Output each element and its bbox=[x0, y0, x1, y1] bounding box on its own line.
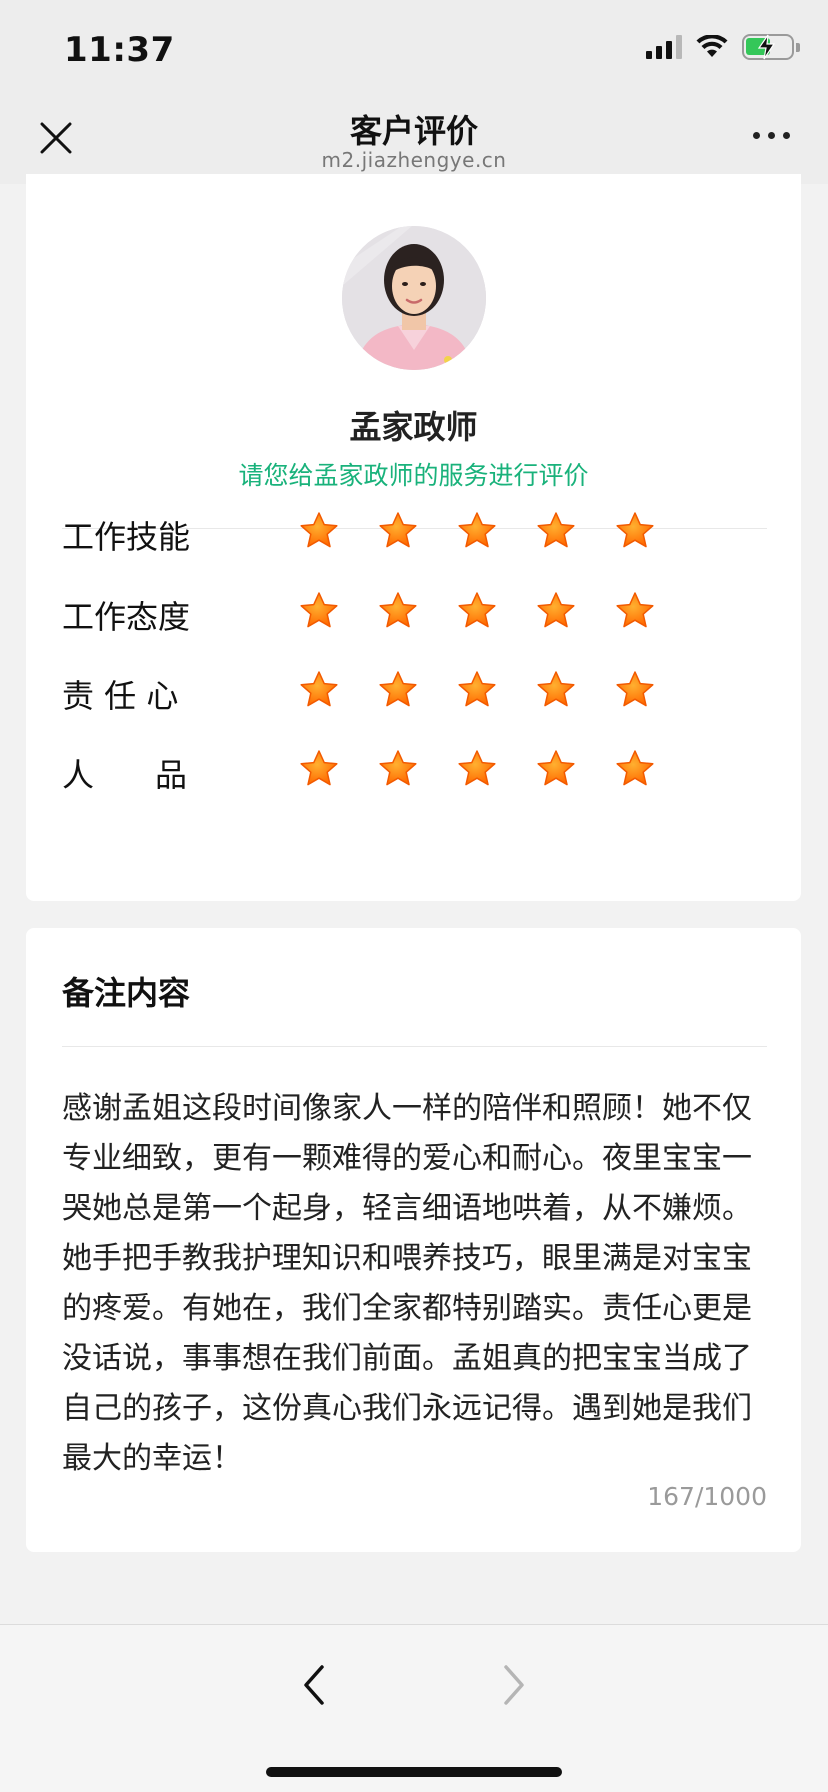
rating-label: 工作态度 bbox=[62, 598, 191, 636]
home-indicator bbox=[266, 1767, 562, 1777]
star-icon[interactable] bbox=[535, 748, 577, 790]
forward-arrow-icon[interactable] bbox=[496, 1661, 532, 1709]
star-rating bbox=[298, 590, 656, 632]
divider bbox=[62, 1046, 767, 1047]
avatar bbox=[342, 226, 486, 370]
rating-card: 孟家政师 请您给孟家政师的服务进行评价 工作技能工作态度责 任 心人 品 bbox=[26, 174, 801, 901]
rating-row: 责 任 心 bbox=[62, 661, 762, 721]
notes-title: 备注内容 bbox=[62, 974, 191, 1012]
status-time: 11:37 bbox=[64, 30, 175, 70]
rating-label: 责 任 心 bbox=[62, 677, 179, 715]
star-rating bbox=[298, 748, 656, 790]
page-url: m2.jiazhengye.cn bbox=[321, 148, 507, 172]
star-icon[interactable] bbox=[614, 669, 656, 711]
star-icon[interactable] bbox=[456, 590, 498, 632]
cellular-signal-icon bbox=[646, 35, 682, 59]
notes-textarea[interactable]: 感谢孟姐这段时间像家人一样的陪伴和照顾！她不仅专业细致，更有一颗难得的爱心和耐心… bbox=[62, 1084, 762, 1484]
star-icon[interactable] bbox=[614, 748, 656, 790]
back-arrow-icon[interactable] bbox=[296, 1661, 332, 1709]
nav-bar: 客户评价 m2.jiazhengye.cn bbox=[0, 96, 828, 184]
star-rating bbox=[298, 669, 656, 711]
star-icon[interactable] bbox=[298, 510, 340, 552]
star-icon[interactable] bbox=[614, 510, 656, 552]
rating-label: 人 品 bbox=[62, 756, 188, 794]
star-icon[interactable] bbox=[377, 590, 419, 632]
star-icon[interactable] bbox=[298, 590, 340, 632]
rating-prompt: 请您给孟家政师的服务进行评价 bbox=[238, 461, 589, 490]
character-count: 167/1000 bbox=[647, 1482, 767, 1511]
star-icon[interactable] bbox=[377, 748, 419, 790]
star-icon[interactable] bbox=[298, 669, 340, 711]
rating-label: 工作技能 bbox=[62, 518, 191, 556]
bottom-toolbar bbox=[0, 1624, 828, 1792]
page-title: 客户评价 bbox=[349, 112, 478, 150]
star-icon[interactable] bbox=[298, 748, 340, 790]
status-bar: 11:37 bbox=[0, 0, 828, 96]
worker-name: 孟家政师 bbox=[349, 408, 478, 446]
star-icon[interactable] bbox=[535, 510, 577, 552]
star-icon[interactable] bbox=[614, 590, 656, 632]
screen: 11:37 客户评价 m2.jiazhengye.cn 孟家政师 请您给孟家政师… bbox=[0, 0, 828, 1792]
wifi-icon bbox=[696, 35, 728, 57]
star-icon[interactable] bbox=[535, 590, 577, 632]
star-icon[interactable] bbox=[456, 748, 498, 790]
star-icon[interactable] bbox=[456, 669, 498, 711]
star-icon[interactable] bbox=[535, 669, 577, 711]
star-icon[interactable] bbox=[377, 669, 419, 711]
rating-row: 人 品 bbox=[62, 740, 762, 800]
notes-card: 备注内容 感谢孟姐这段时间像家人一样的陪伴和照顾！她不仅专业细致，更有一颗难得的… bbox=[26, 928, 801, 1552]
battery-charging-icon bbox=[742, 34, 800, 60]
star-icon[interactable] bbox=[377, 510, 419, 552]
star-rating bbox=[298, 510, 656, 552]
rating-row: 工作态度 bbox=[62, 582, 762, 642]
rating-row: 工作技能 bbox=[62, 502, 762, 562]
status-icons bbox=[646, 34, 800, 60]
star-icon[interactable] bbox=[456, 510, 498, 552]
more-options-icon[interactable] bbox=[753, 132, 790, 139]
